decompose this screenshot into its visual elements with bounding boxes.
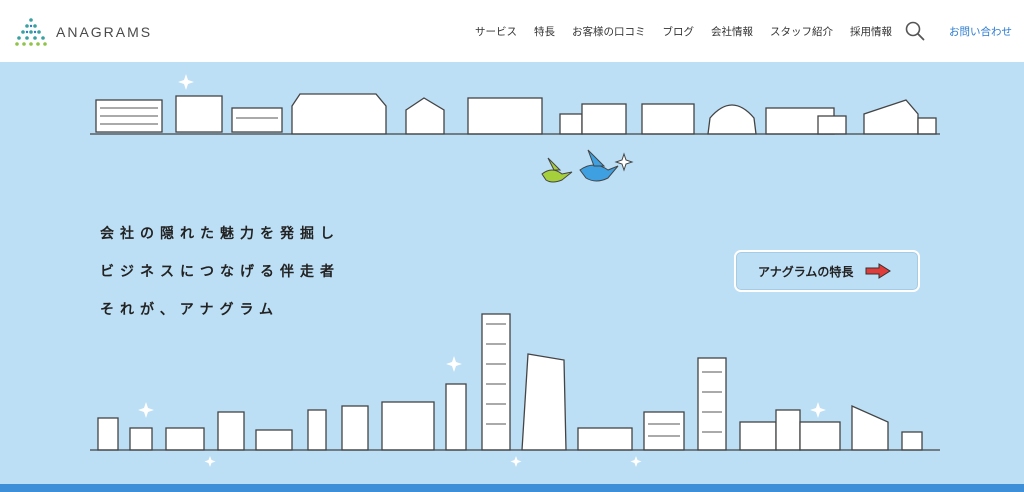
logo[interactable]: ANAGRAMS — [14, 17, 152, 47]
nav-item-service[interactable]: サービス — [475, 24, 517, 39]
nav-item-reviews[interactable]: お客様の口コミ — [572, 24, 646, 39]
hero-section: 会社の隠れた魅力を発掘し ビジネスにつなげる伴走者 それが、アナグラム アナグラ… — [0, 62, 1024, 484]
catch-line-2: ビジネスにつなげる伴走者 — [100, 264, 340, 280]
catch-line-1: 会社の隠れた魅力を発掘し — [100, 226, 340, 242]
nav-item-recruit[interactable]: 採用情報 — [850, 24, 892, 39]
nav-item-blog[interactable]: ブログ — [663, 24, 695, 39]
contact-link[interactable]: お問い合わせ — [949, 24, 1012, 39]
features-button[interactable]: アナグラムの特長 — [734, 250, 920, 292]
catch-line-3: それが、アナグラム — [100, 302, 280, 318]
nav-item-features[interactable]: 特長 — [534, 24, 555, 39]
logo-text: ANAGRAMS — [56, 24, 153, 40]
nav-item-staff[interactable]: スタッフ紹介 — [770, 24, 833, 39]
catchphrase: 会社の隠れた魅力を発掘し ビジネスにつなげる伴走者 それが、アナグラム — [100, 222, 340, 336]
bottom-accent-bar — [0, 484, 1024, 492]
main-nav: サービス 特長 お客様の口コミ ブログ 会社情報 スタッフ紹介 採用情報 — [458, 0, 892, 62]
logo-mark-icon — [15, 18, 47, 46]
features-button-label: アナグラムの特長 — [758, 264, 854, 279]
search-icon[interactable] — [905, 21, 925, 41]
nav-item-company[interactable]: 会社情報 — [711, 24, 753, 39]
arrow-right-icon — [865, 263, 892, 279]
site-header: ANAGRAMS サービス 特長 お客様の口コミ ブログ 会社情報 スタッフ紹介… — [0, 0, 1024, 62]
